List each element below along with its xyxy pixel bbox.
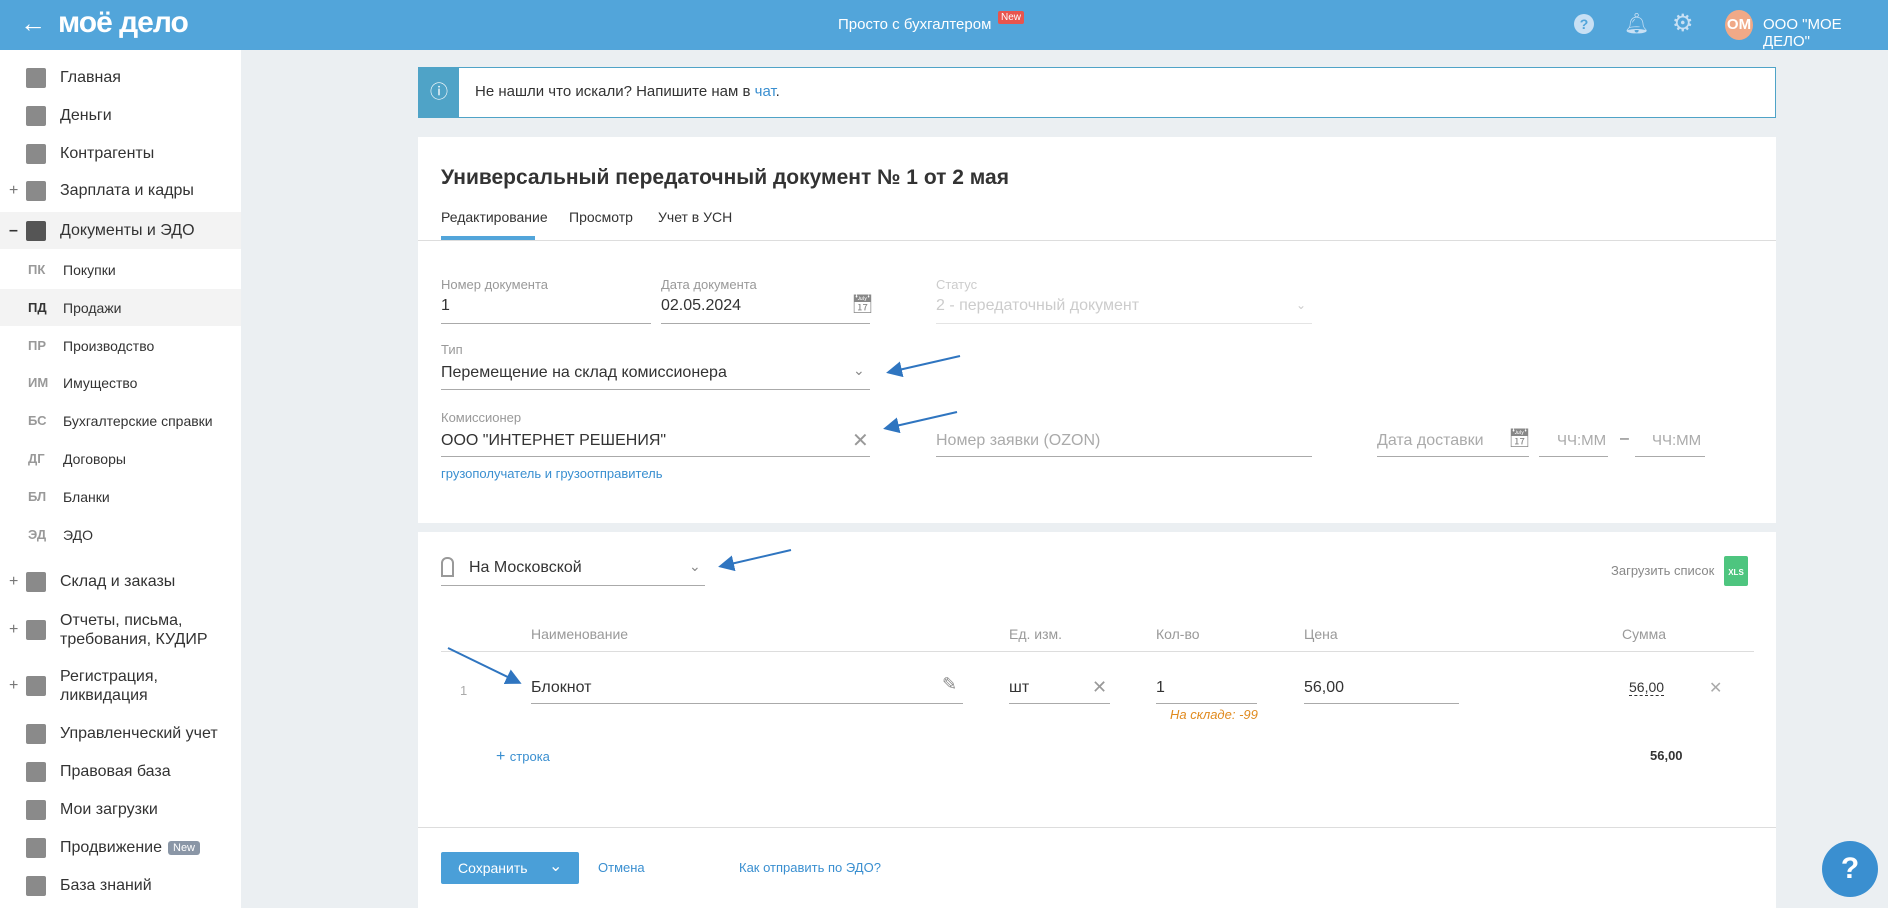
annotation-arrow <box>447 647 522 684</box>
annotation-arrow <box>718 549 792 572</box>
annotation-arrow <box>886 355 961 378</box>
annotation-arrows <box>447 355 961 684</box>
annotation-arrow <box>883 411 958 434</box>
